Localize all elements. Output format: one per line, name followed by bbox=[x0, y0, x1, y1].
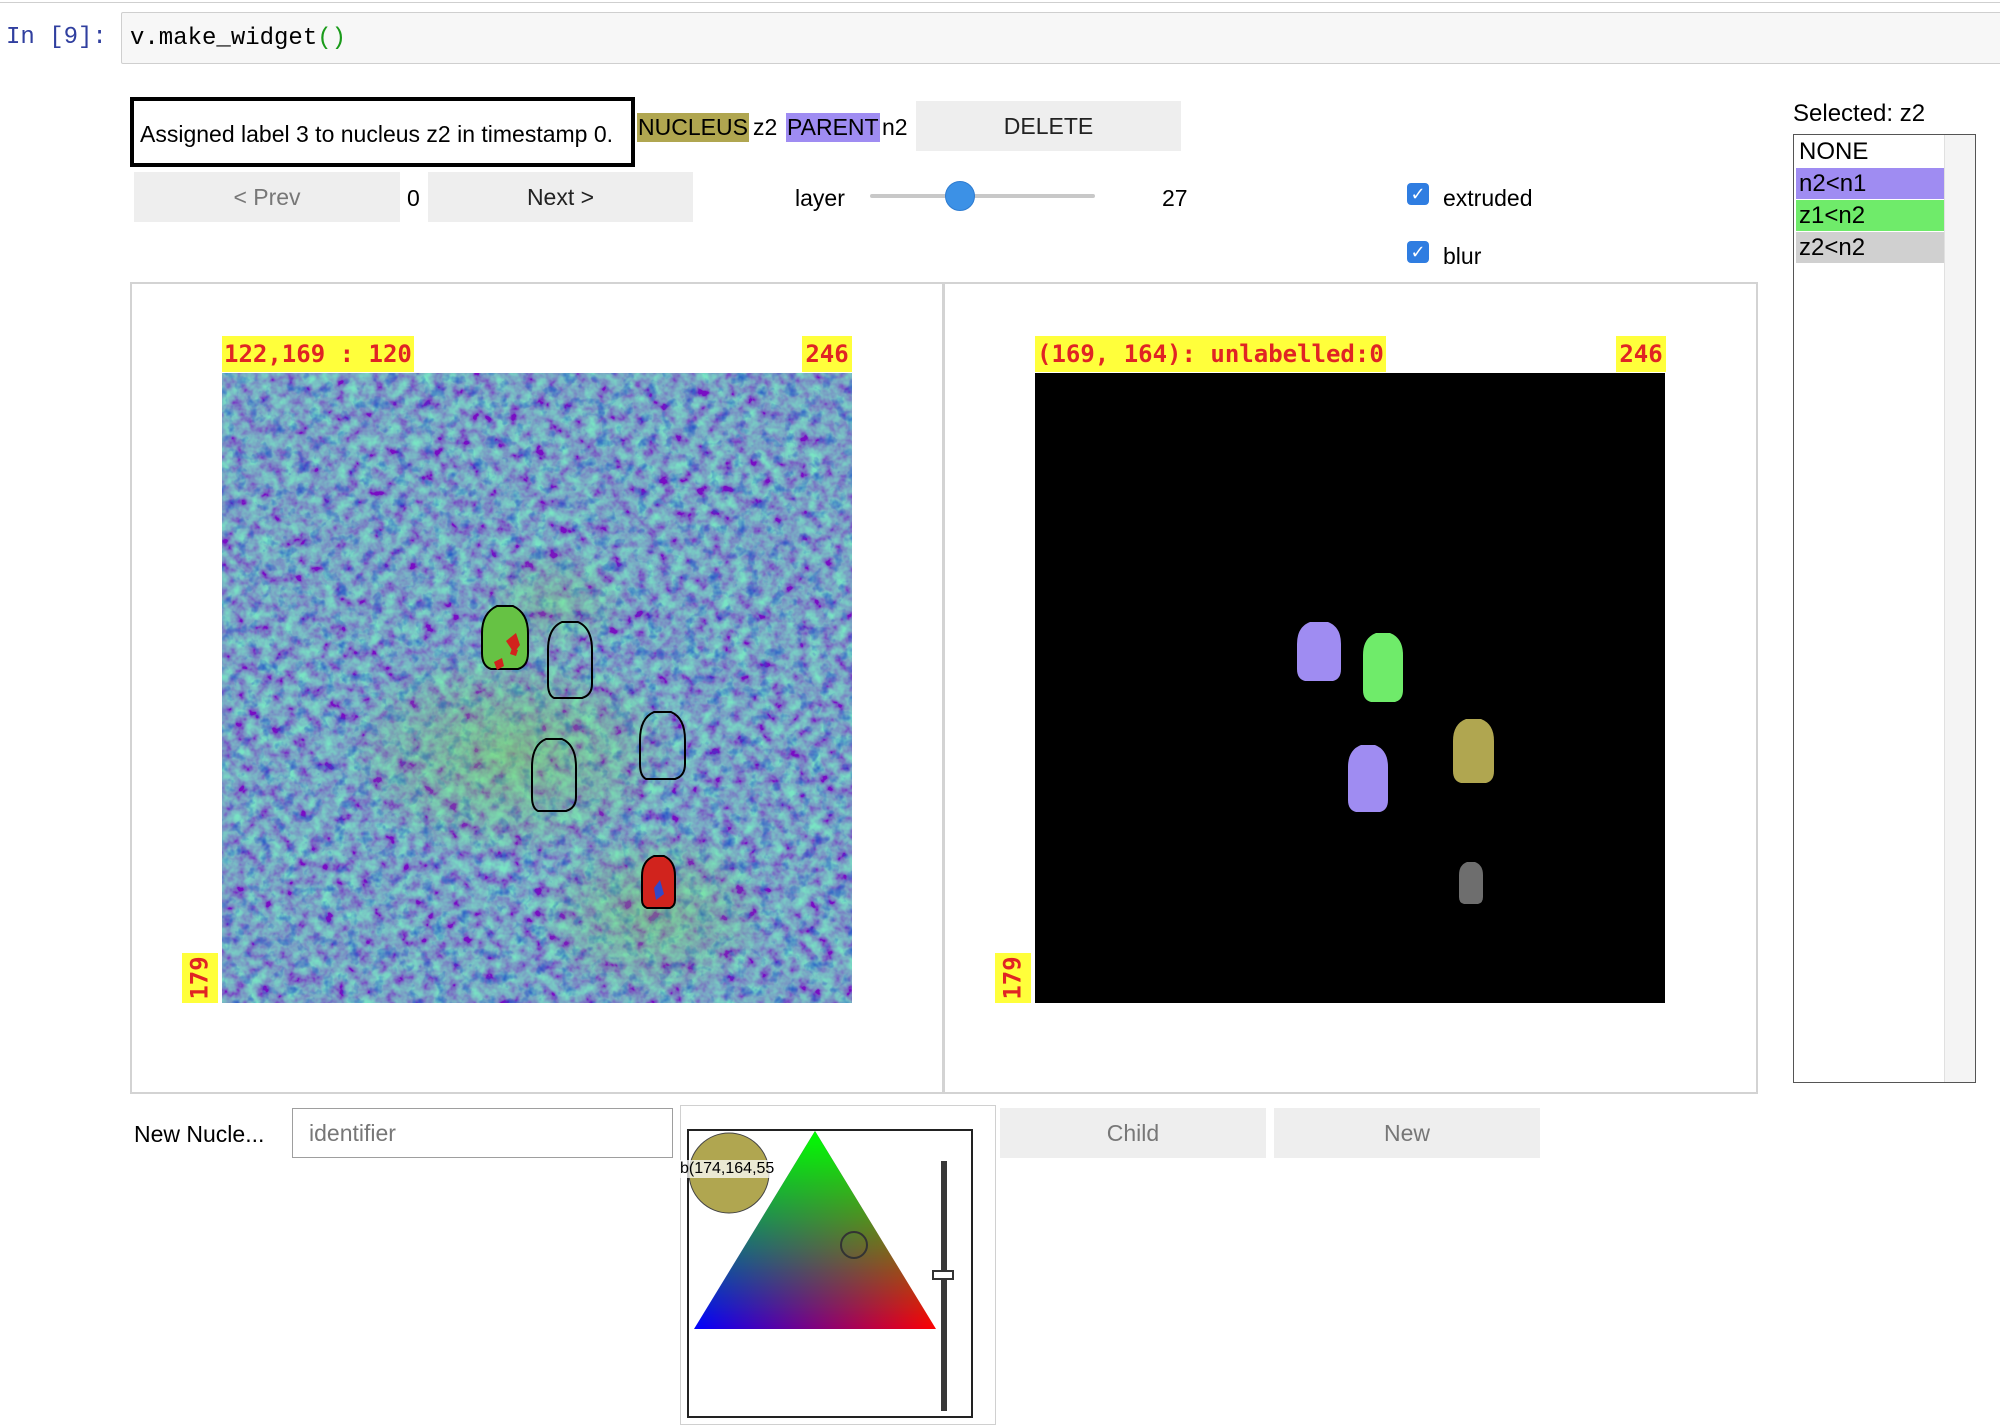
layer-label: layer bbox=[795, 185, 845, 211]
right-size-label: 246 bbox=[1616, 336, 1666, 372]
next-button[interactable]: Next > bbox=[428, 172, 693, 222]
brightness-slider bbox=[941, 1161, 947, 1411]
selection-scrollbar[interactable] bbox=[1944, 135, 1975, 1082]
selected-title: Selected: z2 bbox=[1793, 100, 1926, 127]
option-label: n2<n1 bbox=[1799, 170, 1867, 197]
new-nucleus-label: New Nucle... bbox=[134, 1121, 265, 1147]
left-size-label: 246 bbox=[802, 336, 852, 372]
status-message: Assigned label 3 to nucleus z2 in timest… bbox=[130, 97, 635, 167]
layer-slider-handle[interactable] bbox=[945, 181, 975, 211]
blur-checkbox[interactable]: ✓ bbox=[1407, 241, 1429, 263]
parent-tag: PARENT bbox=[786, 113, 880, 142]
label-blob-purple bbox=[1348, 745, 1388, 812]
intensity-image-svg bbox=[222, 373, 852, 1003]
color-readout: b(174,164,55 bbox=[680, 1160, 775, 1178]
child-button[interactable]: Child bbox=[1000, 1108, 1266, 1158]
nucleus-tag: NUCLEUS bbox=[637, 113, 749, 142]
right-side-label: 179 bbox=[995, 953, 1031, 1003]
extruded-label: extruded bbox=[1443, 185, 1533, 211]
brightness-handle bbox=[932, 1270, 954, 1280]
label-blob-olive bbox=[1453, 719, 1494, 783]
parent-value: n2 bbox=[882, 114, 908, 140]
extruded-checkbox[interactable]: ✓ bbox=[1407, 183, 1429, 205]
timestamp-value: 0 bbox=[407, 185, 420, 211]
label-blob-purple bbox=[1297, 622, 1341, 681]
right-coord-label: (169, 164): unlabelled:0 bbox=[1035, 336, 1386, 372]
identifier-input[interactable] bbox=[292, 1108, 673, 1158]
new-button[interactable]: New bbox=[1274, 1108, 1540, 1158]
option-label: z2<n2 bbox=[1799, 234, 1866, 261]
delete-button[interactable]: DELETE bbox=[916, 101, 1181, 151]
selection-option-n2[interactable]: n2<n1 bbox=[1796, 168, 1944, 199]
left-coord-label: 122,169 : 120 bbox=[222, 336, 414, 372]
blur-label: blur bbox=[1443, 243, 1482, 269]
selection-option-none[interactable]: NONE bbox=[1796, 136, 1944, 167]
panel-divider bbox=[942, 282, 945, 1094]
label-image-svg bbox=[1035, 373, 1665, 1003]
selection-option-z1[interactable]: z1<n2 bbox=[1796, 200, 1944, 231]
option-label: NONE bbox=[1799, 138, 1869, 165]
code-cell[interactable]: v.make_widget() bbox=[121, 12, 2000, 64]
intensity-image[interactable] bbox=[222, 373, 852, 1003]
code-text: v.make_widget bbox=[130, 25, 318, 52]
left-side-label: 179 bbox=[182, 953, 218, 1003]
top-divider bbox=[0, 2, 2000, 3]
layer-slider-track[interactable] bbox=[870, 194, 1095, 198]
label-blob-green bbox=[1363, 633, 1403, 702]
layer-value: 27 bbox=[1162, 185, 1188, 211]
selection-list[interactable]: NONE n2<n1 z1<n2 z2<n2 bbox=[1793, 134, 1976, 1083]
code-parens: () bbox=[317, 25, 347, 52]
nucleus-outline bbox=[481, 605, 529, 670]
option-label: z1<n2 bbox=[1799, 202, 1866, 229]
label-image[interactable] bbox=[1035, 373, 1665, 1003]
selection-option-z2[interactable]: z2<n2 bbox=[1796, 232, 1944, 263]
prev-button[interactable]: < Prev bbox=[134, 172, 400, 222]
nucleus-value: z2 bbox=[753, 114, 778, 140]
label-blob-gray bbox=[1459, 862, 1483, 904]
cell-prompt: In [9]: bbox=[6, 24, 107, 51]
